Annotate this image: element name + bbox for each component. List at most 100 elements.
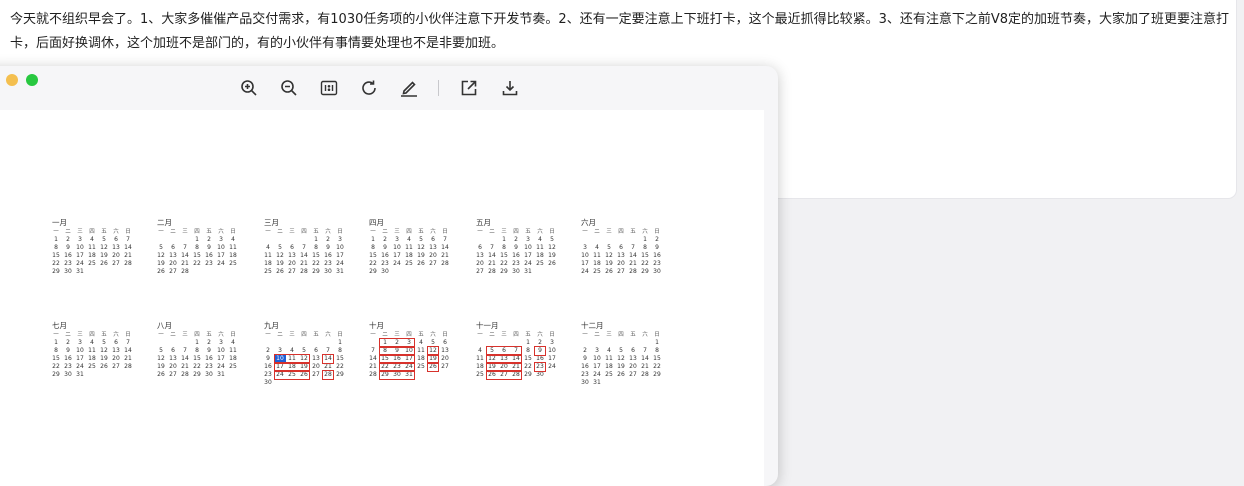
toolbar-separator xyxy=(438,80,439,96)
pen-icon xyxy=(401,81,417,97)
annotate-button[interactable] xyxy=(397,76,421,100)
day-cell: 25 xyxy=(88,260,96,267)
weekday-label: 二 xyxy=(382,332,388,338)
day-blank xyxy=(615,339,627,347)
weekday-label: 二 xyxy=(489,229,495,235)
day-cell: 29 xyxy=(641,268,649,275)
weekday-label: 二 xyxy=(170,229,176,235)
day-cell: 10 xyxy=(405,347,413,354)
day-cell: 27 xyxy=(112,260,120,267)
day-cell: 8 xyxy=(371,244,375,251)
weekday-label: 一 xyxy=(370,332,376,338)
day-cell: 7 xyxy=(631,244,635,251)
day-cell: 25 xyxy=(229,363,237,370)
weekday-label: 六 xyxy=(642,332,648,338)
download-button[interactable] xyxy=(498,76,522,100)
day-cell: 21 xyxy=(488,260,496,267)
day-cell: 24 xyxy=(276,371,284,378)
day-cell: 14 xyxy=(629,252,637,259)
day-cell: 12 xyxy=(276,252,284,259)
day-cell: 26 xyxy=(605,268,613,275)
day-cell: 8 xyxy=(195,347,199,354)
day-cell: 12 xyxy=(157,355,165,362)
day-cell: 25 xyxy=(605,371,613,378)
day-cell: 11 xyxy=(605,355,613,362)
day-cell: 27 xyxy=(629,371,637,378)
day-cell: 17 xyxy=(524,252,532,259)
day-cell: 6 xyxy=(502,347,506,354)
day-cell: 27 xyxy=(288,268,296,275)
day-cell: 23 xyxy=(393,363,401,370)
day-cell: 4 xyxy=(90,236,94,243)
month-grid: 一二三四五六日 1 2 3 4 5 6 7 8 9 10 11 12 13 14 15 16 17 18 19 20 21… xyxy=(579,331,667,387)
day-cell: 31 xyxy=(76,371,84,378)
day-cell: 8 xyxy=(54,347,58,354)
weekday-label: 三 xyxy=(606,229,612,235)
month-grid: 一二三四五六日 1 2 3 4 5 6 7 8 9 10 11 12 13 14 15 16 17 18 19 20 21… xyxy=(50,331,138,379)
calendar-image: 一月一二三四五六日 1 2 3 4 5 6 7 8 9 10 11 12 13 14 15 16 17 18 19 20… xyxy=(0,110,764,486)
download-icon xyxy=(502,81,518,96)
day-cell: 11 xyxy=(264,252,272,259)
day-blank xyxy=(510,339,522,347)
day-blank xyxy=(627,236,639,244)
day-cell: 13 xyxy=(617,252,625,259)
day-cell: 7 xyxy=(302,244,306,251)
weekday-label: 四 xyxy=(89,229,95,235)
day-blank xyxy=(639,339,651,347)
weekday-label: 六 xyxy=(430,332,436,338)
day-cell: 23 xyxy=(581,371,589,378)
day-cell: 25 xyxy=(229,260,237,267)
day-cell: 20 xyxy=(169,260,177,267)
day-cell: 5 xyxy=(619,347,623,354)
weekday-label: 三 xyxy=(182,332,188,338)
day-cell: 1 xyxy=(502,236,506,243)
rotate-button[interactable] xyxy=(357,76,381,100)
day-cell: 11 xyxy=(417,347,425,354)
day-cell: 22 xyxy=(524,363,532,370)
day-cell: 6 xyxy=(314,347,318,354)
day-cell: 17 xyxy=(276,363,284,370)
weekday-label: 六 xyxy=(218,332,224,338)
day-cell: 4 xyxy=(595,244,599,251)
day-cell: 27 xyxy=(169,371,177,378)
day-cell: 22 xyxy=(369,260,377,267)
day-cell: 12 xyxy=(488,355,496,362)
day-cell: 15 xyxy=(381,355,389,362)
open-external-button[interactable] xyxy=(457,76,481,100)
day-cell: 15 xyxy=(500,252,508,259)
actual-size-button[interactable] xyxy=(317,76,341,100)
viewer-toolbar xyxy=(0,76,778,100)
weekday-label: 四 xyxy=(618,229,624,235)
day-cell: 15 xyxy=(312,252,320,259)
day-cell: 24 xyxy=(393,260,401,267)
day-blank xyxy=(298,339,310,347)
calendar-month: 九月一二三四五六日 1 2 3 4 5 6 7 8 9 10 11 12 13 14 15 16 17 18 19 20… xyxy=(262,320,350,387)
day-blank xyxy=(155,339,167,347)
zoom-out-button[interactable] xyxy=(277,76,301,100)
day-cell: 30 xyxy=(64,268,72,275)
day-cell: 13 xyxy=(429,244,437,251)
day-cell: 26 xyxy=(417,260,425,267)
day-cell: 8 xyxy=(502,244,506,251)
day-cell: 16 xyxy=(205,355,213,362)
day-cell: 5 xyxy=(550,236,554,243)
weekday-label: 四 xyxy=(513,229,519,235)
day-cell: 25 xyxy=(88,363,96,370)
day-cell: 14 xyxy=(124,347,132,354)
day-cell: 29 xyxy=(653,371,661,378)
weekday-label: 四 xyxy=(301,229,307,235)
day-cell: 26 xyxy=(617,371,625,378)
day-blank xyxy=(298,236,310,244)
day-cell: 11 xyxy=(536,244,544,251)
month-grid: 一二三四五六日 1 2 3 4 5 6 7 8 9 10 11 12 13 14 15 16 17 18 19 20 21… xyxy=(367,331,455,379)
weekday-label: 五 xyxy=(101,229,107,235)
day-cell: 3 xyxy=(550,339,554,346)
day-cell: 18 xyxy=(229,355,237,362)
day-cell: 18 xyxy=(264,260,272,267)
day-cell: 3 xyxy=(278,347,282,354)
zoom-in-button[interactable] xyxy=(237,76,261,100)
day-cell: 13 xyxy=(112,347,120,354)
weekday-label: 二 xyxy=(65,229,71,235)
day-cell: 12 xyxy=(157,252,165,259)
weekday-label: 五 xyxy=(313,332,319,338)
